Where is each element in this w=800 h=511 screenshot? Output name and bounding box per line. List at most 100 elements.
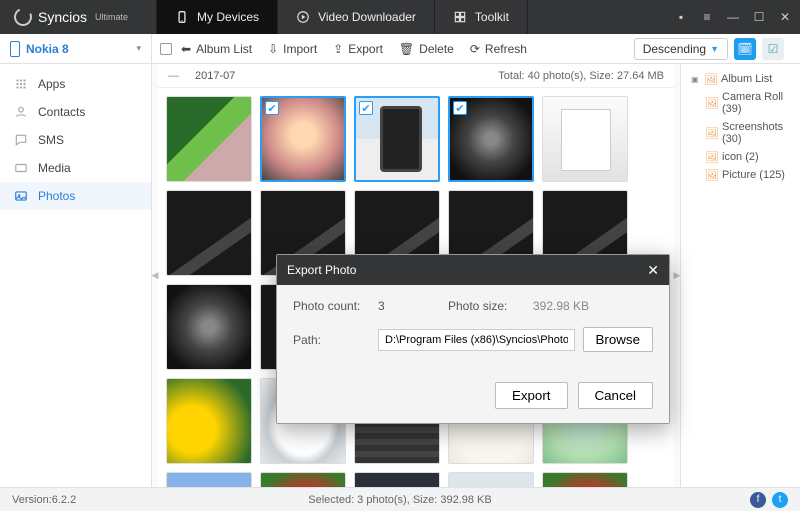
sidebar-item-apps[interactable]: Apps xyxy=(0,70,151,98)
tab-toolkit[interactable]: Toolkit xyxy=(435,0,528,34)
export-button[interactable]: ⇪ Export xyxy=(326,39,390,59)
photo-thumbnail[interactable] xyxy=(542,472,628,487)
tab-video-label: Video Downloader xyxy=(318,10,416,24)
apps-icon xyxy=(14,77,28,91)
view-date-button[interactable]: 🗓 xyxy=(734,38,756,60)
photo-thumbnail[interactable]: ✔ xyxy=(354,96,440,182)
photo-thumbnail[interactable] xyxy=(166,96,252,182)
photo-toolbar: ⬅ Album List ⇩ Import ⇪ Export 🗑 Delete … xyxy=(152,34,800,63)
window-controls: ▪ ≡ — ☐ ✕ xyxy=(674,10,792,24)
album-screenshots-label: Screenshots (30) xyxy=(722,121,794,145)
photo-size-value: 392.98 KB xyxy=(533,299,589,313)
photo-thumbnail[interactable] xyxy=(166,472,252,487)
calendar-icon: 🗓 xyxy=(737,42,752,56)
image-icon: 🖼 xyxy=(705,127,717,139)
refresh-icon: ⟳ xyxy=(470,42,480,56)
view-list-button[interactable]: ☑ xyxy=(762,38,784,60)
sidebar-item-sms[interactable]: SMS xyxy=(0,126,151,154)
modal-info-row: Photo count: 3 Photo size: 392.98 KB xyxy=(293,299,653,313)
group-label: 2017-07 xyxy=(195,70,235,82)
contacts-icon xyxy=(14,105,28,119)
tab-toolkit-label: Toolkit xyxy=(475,10,509,24)
check-icon: ✔ xyxy=(453,101,467,115)
twitter-icon[interactable]: t xyxy=(772,492,788,508)
version-value: 6.2.2 xyxy=(52,494,76,506)
path-label: Path: xyxy=(293,333,378,347)
delete-label: Delete xyxy=(419,42,454,56)
folder-icon: 🖼 xyxy=(704,73,716,85)
chevron-down-icon: ▼ xyxy=(710,44,719,54)
app-logo-icon xyxy=(11,5,34,28)
minimize-icon[interactable]: — xyxy=(726,10,740,24)
sort-button[interactable]: Descending ▼ xyxy=(634,38,728,60)
sidebar: Apps Contacts SMS Media Photos xyxy=(0,64,152,487)
check-icon: ✔ xyxy=(265,101,279,115)
tab-my-devices[interactable]: My Devices xyxy=(156,0,278,34)
sidebar-item-photos[interactable]: Photos xyxy=(0,182,151,210)
path-input[interactable] xyxy=(378,329,575,351)
album-root[interactable]: ▣ 🖼 Album List xyxy=(681,70,800,88)
delete-button[interactable]: 🗑 Delete xyxy=(392,39,461,59)
sort-label: Descending xyxy=(643,42,706,56)
album-camera-roll-label: Camera Roll (39) xyxy=(722,91,794,115)
sidebar-photos-label: Photos xyxy=(38,189,75,203)
photo-thumbnail[interactable] xyxy=(166,284,252,370)
photo-thumbnail[interactable] xyxy=(542,96,628,182)
photo-thumbnail[interactable] xyxy=(260,472,346,487)
close-icon[interactable]: ✕ xyxy=(778,10,792,24)
sidebar-item-media[interactable]: Media xyxy=(0,154,151,182)
tab-video-downloader[interactable]: Video Downloader xyxy=(278,0,435,34)
photo-count-value: 3 xyxy=(378,299,448,313)
browse-button[interactable]: Browse xyxy=(583,327,653,352)
photo-thumbnail[interactable] xyxy=(166,190,252,276)
sidebar-apps-label: Apps xyxy=(38,77,65,91)
modal-export-button[interactable]: Export xyxy=(495,382,568,409)
modal-cancel-button[interactable]: Cancel xyxy=(578,382,654,409)
sidebar-contacts-label: Contacts xyxy=(38,105,85,119)
album-camera-roll[interactable]: 🖼 Camera Roll (39) xyxy=(681,88,800,118)
album-list-label: Album List xyxy=(196,42,252,56)
group-header: — 2017-07 Total: 40 photo(s), Size: 27.6… xyxy=(158,64,674,88)
album-picture[interactable]: 🖼 Picture (125) xyxy=(681,166,800,184)
phone-icon xyxy=(10,41,20,57)
image-icon: 🖼 xyxy=(705,151,717,163)
app-name: Syncios xyxy=(38,9,87,25)
right-toolbar: Descending ▼ 🗓 ☑ xyxy=(634,38,792,60)
social-links: f t xyxy=(750,492,788,508)
status-bar: Version: 6.2.2 Selected: 3 photo(s), Siz… xyxy=(0,487,800,511)
modal-close-icon[interactable]: ✕ xyxy=(647,262,659,279)
album-picture-label: Picture (125) xyxy=(722,169,785,181)
refresh-button[interactable]: ⟳ Refresh xyxy=(463,39,534,59)
menu-icon[interactable]: ≡ xyxy=(700,10,714,24)
feedback-icon[interactable]: ▪ xyxy=(674,10,688,24)
device-selector[interactable]: Nokia 8 ▾ xyxy=(0,34,152,63)
photos-icon xyxy=(14,189,28,203)
modal-body: Photo count: 3 Photo size: 392.98 KB Pat… xyxy=(277,285,669,372)
app-brand: Syncios Ultimate xyxy=(14,8,128,26)
import-icon: ⇩ xyxy=(268,42,278,56)
photo-thumbnail[interactable] xyxy=(448,472,534,487)
photo-thumbnail[interactable]: ✔ xyxy=(448,96,534,182)
album-icon[interactable]: 🖼 icon (2) xyxy=(681,148,800,166)
album-screenshots[interactable]: 🖼 Screenshots (30) xyxy=(681,118,800,148)
album-icon-label: icon (2) xyxy=(722,151,759,163)
expand-icon: ▣ xyxy=(691,75,699,84)
photo-thumbnail[interactable] xyxy=(166,378,252,464)
image-icon: 🖼 xyxy=(705,169,717,181)
export-label: Export xyxy=(348,42,383,56)
back-arrow-icon: ⬅ xyxy=(181,42,191,56)
photo-size-label: Photo size: xyxy=(448,299,533,313)
facebook-icon[interactable]: f xyxy=(750,492,766,508)
sidebar-sms-label: SMS xyxy=(38,133,64,147)
maximize-icon[interactable]: ☐ xyxy=(752,10,766,24)
check-icon: ✔ xyxy=(359,101,373,115)
photo-thumbnail[interactable] xyxy=(354,472,440,487)
import-button[interactable]: ⇩ Import xyxy=(261,39,324,59)
main-tabs: My Devices Video Downloader Toolkit xyxy=(156,0,528,34)
collapse-icon[interactable]: — xyxy=(168,70,179,82)
photo-thumbnail[interactable]: ✔ xyxy=(260,96,346,182)
sidebar-item-contacts[interactable]: Contacts xyxy=(0,98,151,126)
select-all-checkbox[interactable] xyxy=(160,43,172,55)
export-photo-modal: Export Photo ✕ Photo count: 3 Photo size… xyxy=(276,254,670,424)
album-list-button[interactable]: ⬅ Album List xyxy=(174,39,259,59)
